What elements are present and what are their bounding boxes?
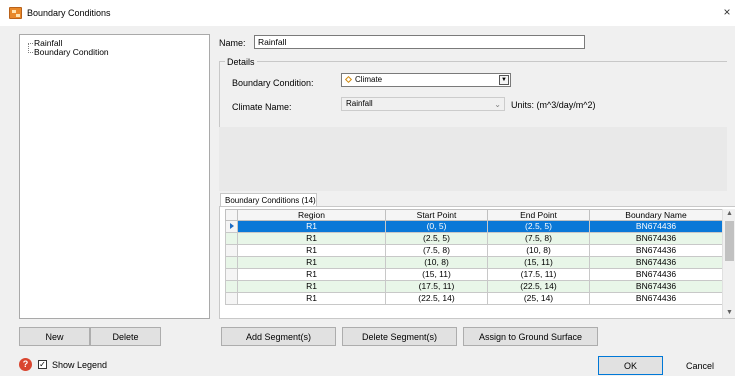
- cell-boundary-name[interactable]: BN674436: [589, 268, 723, 281]
- cell-region[interactable]: R1: [237, 256, 386, 269]
- cell-start-point[interactable]: (22.5, 14): [385, 292, 488, 305]
- window-title: Boundary Conditions: [27, 8, 111, 18]
- cell-end-point[interactable]: (7.5, 8): [487, 232, 590, 245]
- climate-diamond-icon: [344, 75, 353, 84]
- table-row[interactable]: R1 (10, 8) (15, 11) BN674436: [225, 256, 723, 269]
- grid-scrollbar[interactable]: ▲ ▼: [722, 209, 735, 318]
- details-empty-area: [219, 127, 727, 191]
- cancel-button[interactable]: Cancel: [669, 356, 731, 375]
- cell-start-point[interactable]: (0, 5): [385, 220, 488, 233]
- table-row[interactable]: R1 (17.5, 11) (22.5, 14) BN674436: [225, 280, 723, 293]
- cell-boundary-name[interactable]: BN674436: [589, 292, 723, 305]
- cell-region[interactable]: R1: [237, 232, 386, 245]
- row-header-corner: [225, 209, 238, 221]
- cell-end-point[interactable]: (10, 8): [487, 244, 590, 257]
- cell-boundary-name[interactable]: BN674436: [589, 256, 723, 269]
- delete-segments-button[interactable]: Delete Segment(s): [342, 327, 457, 346]
- cell-region[interactable]: R1: [237, 268, 386, 281]
- boundary-condition-value: Climate: [355, 75, 383, 84]
- tab-boundary-conditions[interactable]: Boundary Conditions (14): [220, 193, 317, 207]
- table-row[interactable]: R1 (15, 11) (17.5, 11) BN674436: [225, 268, 723, 281]
- cell-end-point[interactable]: (2.5, 5): [487, 220, 590, 233]
- new-button[interactable]: New: [19, 327, 90, 346]
- close-icon[interactable]: ×: [719, 4, 735, 20]
- units-text: Units: (m^3/day/m^2): [511, 100, 596, 110]
- cell-start-point[interactable]: (2.5, 5): [385, 232, 488, 245]
- assign-to-ground-surface-button[interactable]: Assign to Ground Surface: [463, 327, 598, 346]
- segments-table[interactable]: Region Start Point End Point Boundary Na…: [225, 209, 723, 305]
- scroll-down-icon[interactable]: ▼: [723, 308, 735, 318]
- table-row[interactable]: R1 (22.5, 14) (25, 14) BN674436: [225, 292, 723, 305]
- cell-boundary-name[interactable]: BN674436: [589, 244, 723, 257]
- name-input[interactable]: Rainfall: [254, 35, 585, 49]
- scroll-up-icon[interactable]: ▲: [723, 209, 735, 219]
- tree-connector: [28, 43, 33, 44]
- column-header-boundary-name[interactable]: Boundary Name: [589, 209, 723, 221]
- row-selector[interactable]: [225, 292, 238, 305]
- delete-button[interactable]: Delete: [90, 327, 161, 346]
- add-segments-button[interactable]: Add Segment(s): [221, 327, 336, 346]
- cell-start-point[interactable]: (7.5, 8): [385, 244, 488, 257]
- boundary-condition-label: Boundary Condition:: [232, 78, 314, 88]
- chevron-down-icon[interactable]: ⌄: [494, 99, 501, 111]
- climate-name-select[interactable]: Rainfall ⌄: [341, 97, 505, 111]
- cell-end-point[interactable]: (17.5, 11): [487, 268, 590, 281]
- ok-button[interactable]: OK: [598, 356, 663, 375]
- boundary-tree[interactable]: Rainfall Boundary Condition: [19, 34, 210, 319]
- details-legend: Details: [225, 57, 257, 67]
- cell-region[interactable]: R1: [237, 220, 386, 233]
- boundary-condition-select[interactable]: Climate ▼: [341, 73, 511, 87]
- chevron-down-icon[interactable]: ▼: [499, 75, 509, 85]
- tree-connector: [28, 52, 33, 53]
- row-selector[interactable]: [225, 256, 238, 269]
- row-selector[interactable]: [225, 232, 238, 245]
- cell-region[interactable]: R1: [237, 280, 386, 293]
- cell-boundary-name[interactable]: BN674436: [589, 280, 723, 293]
- cell-end-point[interactable]: (25, 14): [487, 292, 590, 305]
- cell-start-point[interactable]: (15, 11): [385, 268, 488, 281]
- row-pointer-icon: [229, 223, 234, 229]
- table-header-row: Region Start Point End Point Boundary Na…: [225, 209, 723, 221]
- scroll-thumb[interactable]: [725, 221, 734, 261]
- cell-end-point[interactable]: (15, 11): [487, 256, 590, 269]
- row-selector[interactable]: [225, 244, 238, 257]
- cell-end-point[interactable]: (22.5, 14): [487, 280, 590, 293]
- row-selector[interactable]: [225, 268, 238, 281]
- table-row[interactable]: R1 (2.5, 5) (7.5, 8) BN674436: [225, 232, 723, 245]
- help-icon[interactable]: ?: [19, 358, 32, 371]
- cell-region[interactable]: R1: [237, 244, 386, 257]
- table-row[interactable]: R1 (0, 5) (2.5, 5) BN674436: [225, 220, 723, 233]
- climate-name-value: Rainfall: [346, 99, 373, 108]
- row-selector[interactable]: [225, 280, 238, 293]
- cell-boundary-name[interactable]: BN674436: [589, 232, 723, 245]
- column-header-end-point[interactable]: End Point: [487, 209, 590, 221]
- app-icon: [9, 7, 22, 19]
- tree-item-boundary-condition[interactable]: Boundary Condition: [34, 47, 109, 57]
- column-header-start-point[interactable]: Start Point: [385, 209, 488, 221]
- column-header-region[interactable]: Region: [237, 209, 386, 221]
- name-label: Name:: [219, 38, 246, 48]
- show-legend-label[interactable]: Show Legend: [52, 360, 107, 370]
- cell-region[interactable]: R1: [237, 292, 386, 305]
- cell-start-point[interactable]: (10, 8): [385, 256, 488, 269]
- cell-boundary-name[interactable]: BN674436: [589, 220, 723, 233]
- table-row[interactable]: R1 (7.5, 8) (10, 8) BN674436: [225, 244, 723, 257]
- show-legend-checkbox[interactable]: ✓: [38, 360, 47, 369]
- row-selector[interactable]: [225, 220, 238, 233]
- climate-name-label: Climate Name:: [232, 102, 292, 112]
- title-bar: Boundary Conditions ×: [0, 0, 735, 26]
- cell-start-point[interactable]: (17.5, 11): [385, 280, 488, 293]
